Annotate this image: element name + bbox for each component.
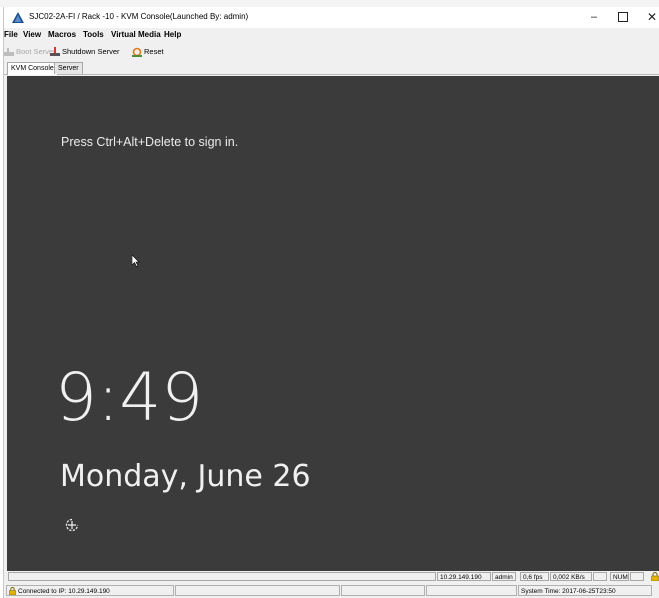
maximize-icon [618,12,628,23]
status-scroll-field [630,572,644,581]
ease-of-access-icon[interactable] [65,518,79,532]
footer-blank-field-1 [175,585,340,596]
menu-macros[interactable]: Macros [48,30,76,39]
menu-file[interactable]: File [4,30,18,39]
tab-server[interactable]: Server [54,62,83,74]
status-ip: 10.29.149.190 [437,572,491,581]
tab-kvm-console[interactable]: KVM Console [7,62,58,75]
power-off-icon [50,47,60,56]
background-window-strip: ▔▔▔▔▔▔▔ [0,0,659,7]
window-title: SJC02-2A-FI / Rack -10 - KVM Console(Lau… [29,12,249,21]
menu-tools[interactable]: Tools [83,30,104,39]
connection-field: Connected to IP: 10.29.149.190 [6,585,174,596]
status-fps: 0,6 fps [520,572,549,581]
status-rate: 0,002 KB/s [550,572,592,581]
footer-blank-field-3 [426,585,517,596]
boot-server-button[interactable]: Boot Server [4,46,56,57]
reset-button[interactable]: Reset [132,46,164,57]
title-bar[interactable]: SJC02-2A-FI / Rack -10 - KVM Console(Lau… [4,7,659,28]
lock-screen-clock: 9:49 [55,359,204,436]
status-user: admin [492,572,516,581]
connected-to-ip: Connected to IP: 10.29.149.190 [18,588,110,595]
cisco-triangle-icon [12,12,24,23]
maximize-button[interactable] [608,9,638,26]
status-blank-field [8,572,436,581]
lock-icon [651,572,659,581]
reset-icon [132,47,142,57]
mouse-pointer-icon [132,255,140,267]
lock-screen-date: Monday, June 26 [60,459,311,494]
shutdown-server-button[interactable]: Shutdown Server [50,46,120,57]
menu-help[interactable]: Help [164,30,181,39]
minimize-button[interactable]: – [579,9,609,26]
lock-icon [9,587,16,596]
menu-bar: File View Macros Tools Virtual Media Hel… [4,29,659,41]
reset-label: Reset [144,47,164,56]
connection-status-bar: Connected to IP: 10.29.149.190 System Ti… [4,585,659,597]
kvm-console-window: SJC02-2A-FI / Rack -10 - KVM Console(Lau… [3,7,659,598]
toolbar: Boot Server Shutdown Server Reset [4,43,659,58]
sign-in-prompt: Press Ctrl+Alt+Delete to sign in. [61,135,239,149]
shutdown-server-label: Shutdown Server [62,47,120,56]
session-status-bar: 10.29.149.190 admin 0,6 fps 0,002 KB/s N… [4,571,659,582]
system-time: System Time: 2017-06-25T23:50 [518,585,652,596]
tab-bar: KVM Console Server [4,61,659,75]
status-num: NUM [610,572,629,581]
status-caps-field [593,572,607,581]
menu-view[interactable]: View [23,30,41,39]
footer-blank-field-2 [341,585,425,596]
close-button[interactable]: ✕ [637,9,659,26]
menu-virtual-media[interactable]: Virtual Media [111,30,161,39]
kvm-remote-screen[interactable]: Press Ctrl+Alt+Delete to sign in. 9:49 M… [7,76,659,571]
power-on-icon [4,48,14,56]
